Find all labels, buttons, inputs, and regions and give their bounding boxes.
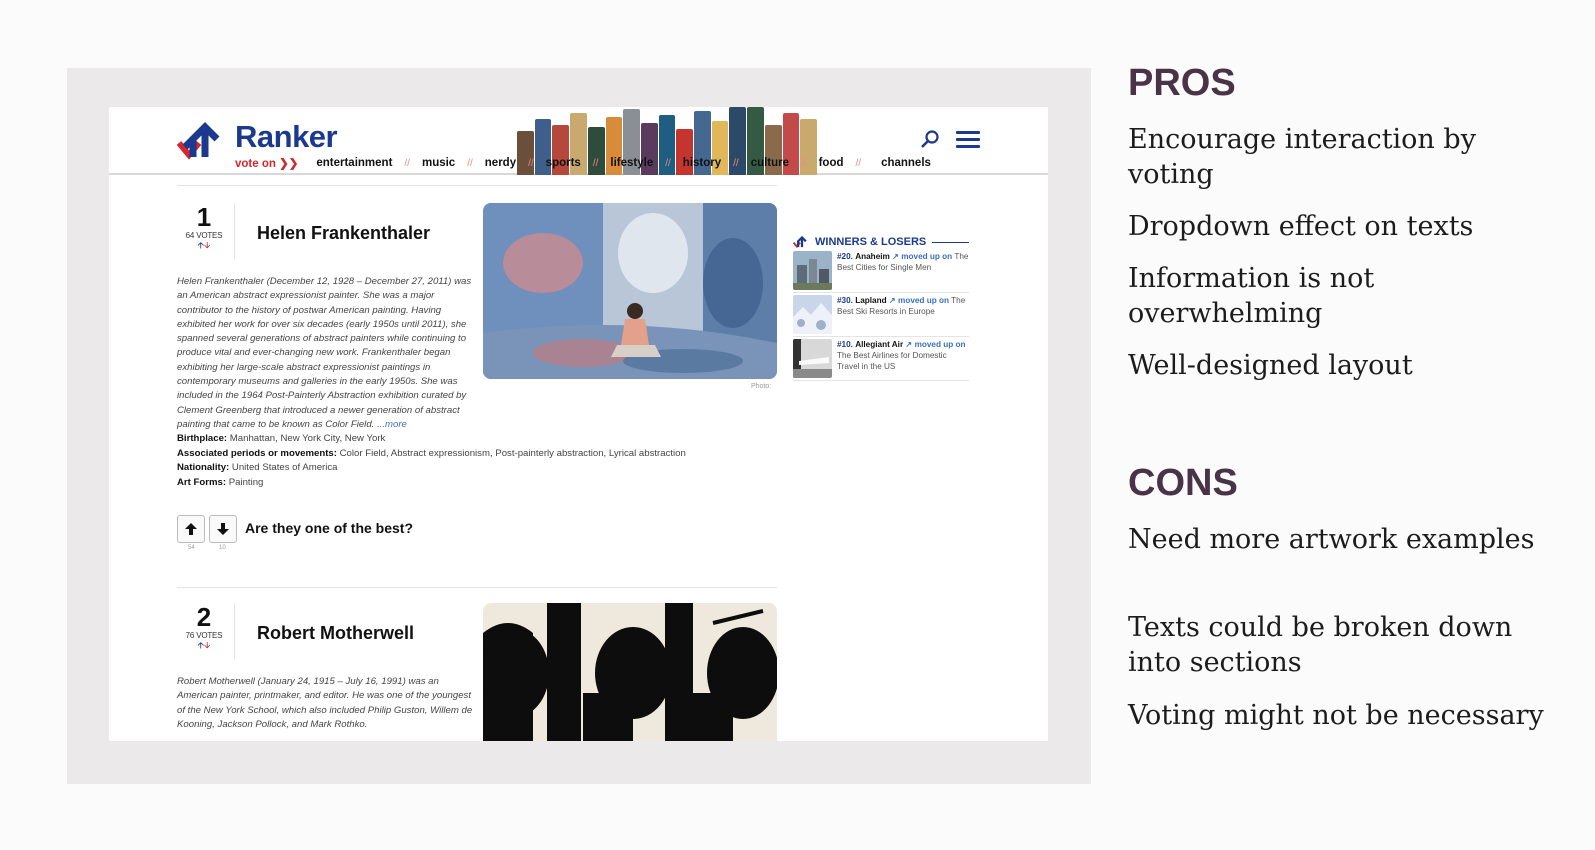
pros-item: Information is not overwhelming	[1128, 263, 1375, 329]
vote-on-link[interactable]: vote on ❯❯	[235, 156, 298, 170]
winners-losers-title: WINNERS & LOSERS	[793, 235, 969, 249]
entry-votes: 76 VOTES	[185, 631, 223, 640]
hamburger-menu-icon[interactable]	[956, 131, 980, 149]
category-nav: vote on ❯❯ entertainment// music// nerdy…	[235, 156, 931, 170]
nav-culture[interactable]: culture	[751, 157, 789, 169]
upvote-button[interactable]	[177, 515, 205, 543]
entry-rank-box: 2 76 VOTES 🡩🡫	[179, 603, 229, 650]
arrow-down-icon	[217, 523, 229, 535]
vote-arrows-icon[interactable]: 🡩🡫	[179, 640, 229, 650]
entry-photo[interactable]	[483, 603, 777, 741]
arrow-up-icon	[185, 523, 197, 535]
entry-rank: 2	[196, 602, 212, 632]
fact-art-forms: Art Forms: Painting	[177, 476, 264, 488]
upvote-count: 54	[188, 545, 195, 551]
nav-entertainment[interactable]: entertainment	[316, 157, 392, 169]
fact-movements: Associated periods or movements: Color F…	[177, 447, 686, 459]
entry-description: Helen Frankenthaler (December 12, 1928 –…	[177, 276, 472, 430]
pros-item: Dropdown effect on texts	[1128, 211, 1474, 242]
winners-item[interactable]: #30. Lapland ↗ moved up on The Best Ski …	[793, 295, 969, 337]
entry-facts: Birthplace: Manhattan, New York City, Ne…	[177, 432, 686, 490]
winners-thumbnail	[793, 339, 832, 378]
entry-rank-box: 1 64 VOTES 🡩🡫	[179, 203, 229, 250]
divider	[234, 603, 235, 659]
cons-item: Need more artwork examples	[1128, 524, 1535, 555]
photo-caption: Photo:	[751, 383, 772, 390]
winners-text: #10. Allegiant Air ↗ moved up on The Bes…	[837, 340, 966, 371]
ranker-screenshot: Ranker vote on ❯❯ entertainment// music /…	[109, 107, 1048, 741]
winners-thumbnail	[793, 251, 832, 290]
downvote-count: 10	[219, 545, 226, 551]
nav-nerdy[interactable]: nerdy	[485, 157, 516, 169]
cons-item: Voting might not be necessary	[1128, 700, 1544, 731]
vote-question: Are they one of the best?	[245, 520, 414, 536]
trend-up-icon: ↗	[905, 340, 913, 349]
cons-item: Texts could be broken down into sections	[1128, 612, 1513, 678]
entry-rank: 1	[196, 202, 212, 232]
divider	[177, 185, 777, 186]
nav-sports[interactable]: sports	[546, 157, 581, 169]
entry-name[interactable]: Robert Motherwell	[257, 623, 414, 644]
entry-name[interactable]: Helen Frankenthaler	[257, 223, 430, 244]
entry-votes: 64 VOTES	[185, 231, 223, 240]
ranker-logo-icon[interactable]	[177, 121, 233, 161]
pros-item: Encourage interaction by voting	[1128, 124, 1476, 190]
ranker-logo-icon	[793, 235, 807, 249]
entry-description: Robert Motherwell (January 24, 1915 – Ju…	[177, 676, 473, 730]
pros-heading: PROS	[1128, 62, 1236, 104]
nav-music[interactable]: music	[422, 157, 455, 169]
nav-lifestyle[interactable]: lifestyle	[610, 157, 653, 169]
fact-nationality: Nationality: United States of America	[177, 462, 338, 474]
nav-channels[interactable]: channels	[881, 157, 931, 169]
nav-history[interactable]: history	[683, 157, 721, 169]
fact-birthplace: Birthplace: Manhattan, New York City, Ne…	[177, 433, 386, 444]
divider	[177, 587, 777, 588]
nav-food[interactable]: food	[819, 157, 844, 169]
trend-up-icon: ↗	[888, 296, 896, 305]
downvote-button[interactable]	[209, 515, 237, 543]
cons-heading: CONS	[1128, 462, 1238, 504]
entry-photo[interactable]	[483, 203, 777, 379]
divider	[234, 203, 235, 259]
search-icon[interactable]	[920, 129, 940, 149]
more-link[interactable]: ...more	[374, 419, 407, 430]
winners-item[interactable]: #20. Anaheim ↗ moved up on The Best Citi…	[793, 251, 969, 293]
winners-text: #20. Anaheim ↗ moved up on The Best Citi…	[837, 252, 969, 272]
pros-item: Well-designed layout	[1128, 350, 1413, 381]
trend-up-icon: ↗	[892, 252, 899, 261]
winners-text: #30. Lapland ↗ moved up on The Best Ski …	[837, 296, 966, 316]
vote-arrows-icon[interactable]: 🡩🡫	[179, 240, 229, 250]
winners-item[interactable]: #10. Allegiant Air ↗ moved up on The Bes…	[793, 339, 969, 381]
ranker-logo[interactable]: Ranker	[235, 119, 338, 155]
ranker-header: Ranker vote on ❯❯ entertainment// music /…	[109, 107, 1048, 175]
winners-thumbnail	[793, 295, 832, 334]
